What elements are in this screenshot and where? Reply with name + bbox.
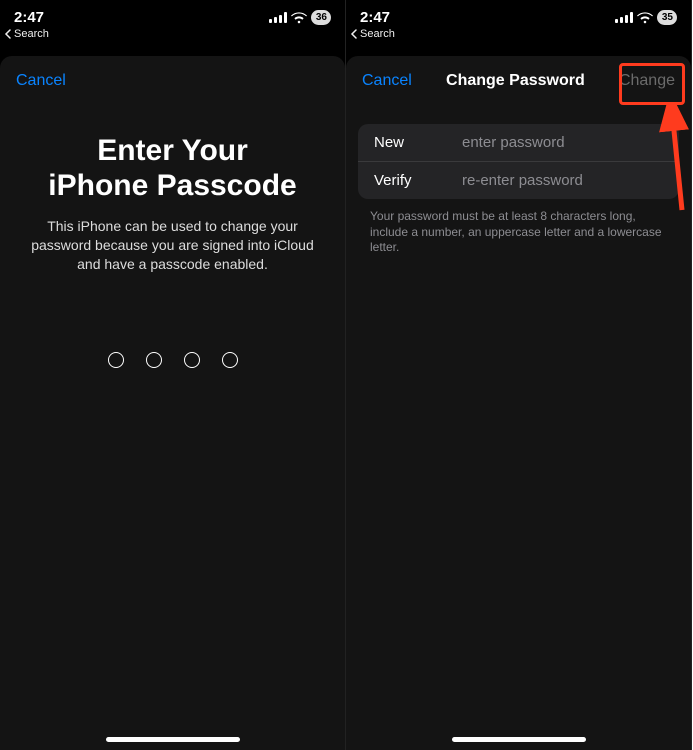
home-indicator[interactable] bbox=[452, 737, 586, 742]
passcode-dot bbox=[222, 352, 238, 368]
change-password-sheet: Cancel Change Password Change New Verify… bbox=[346, 56, 691, 750]
sheet-navbar: Cancel Change Password Change bbox=[346, 62, 691, 96]
passcode-dot bbox=[146, 352, 162, 368]
new-password-row: New bbox=[358, 124, 679, 161]
back-to-search[interactable]: Search bbox=[0, 28, 345, 44]
cellular-icon bbox=[269, 12, 287, 23]
status-icons: 36 bbox=[269, 10, 331, 25]
new-password-input[interactable] bbox=[462, 134, 663, 151]
chevron-left-icon bbox=[4, 29, 12, 39]
passcode-dots[interactable] bbox=[0, 352, 345, 368]
verify-password-input[interactable] bbox=[462, 172, 663, 189]
screen-change-password: 2:47 35 Search Cancel Change Password Ch… bbox=[346, 0, 692, 750]
back-to-search[interactable]: Search bbox=[346, 28, 691, 44]
sheet-navbar: Cancel bbox=[0, 62, 345, 96]
verify-password-label: Verify bbox=[374, 172, 462, 189]
nav-title: Change Password bbox=[446, 72, 585, 90]
back-label: Search bbox=[360, 28, 395, 40]
headline-title: Enter Your iPhone Passcode bbox=[28, 134, 317, 203]
verify-password-row: Verify bbox=[358, 161, 679, 199]
status-time: 2:47 bbox=[360, 9, 390, 26]
change-button[interactable]: Change bbox=[619, 72, 675, 90]
cancel-button[interactable]: Cancel bbox=[362, 72, 412, 90]
passcode-dot bbox=[184, 352, 200, 368]
battery-icon: 36 bbox=[311, 10, 331, 25]
back-label: Search bbox=[14, 28, 49, 40]
status-bar: 2:47 36 bbox=[0, 0, 345, 28]
headline: Enter Your iPhone Passcode This iPhone c… bbox=[0, 96, 345, 274]
status-time: 2:47 bbox=[14, 9, 44, 26]
password-form: New Verify bbox=[358, 124, 679, 199]
wifi-icon bbox=[637, 12, 653, 24]
new-password-label: New bbox=[374, 134, 462, 151]
chevron-left-icon bbox=[350, 29, 358, 39]
passcode-dot bbox=[108, 352, 124, 368]
home-indicator[interactable] bbox=[106, 737, 240, 742]
cancel-button[interactable]: Cancel bbox=[16, 72, 66, 90]
status-bar: 2:47 35 bbox=[346, 0, 691, 28]
status-icons: 35 bbox=[615, 10, 677, 25]
screen-passcode: 2:47 36 Search Cancel Enter Your iPhone … bbox=[0, 0, 346, 750]
battery-icon: 35 bbox=[657, 10, 677, 25]
headline-body: This iPhone can be used to change your p… bbox=[28, 217, 317, 274]
wifi-icon bbox=[291, 12, 307, 24]
cellular-icon bbox=[615, 12, 633, 23]
passcode-sheet: Cancel Enter Your iPhone Passcode This i… bbox=[0, 56, 345, 750]
password-requirements: Your password must be at least 8 charact… bbox=[370, 209, 667, 256]
